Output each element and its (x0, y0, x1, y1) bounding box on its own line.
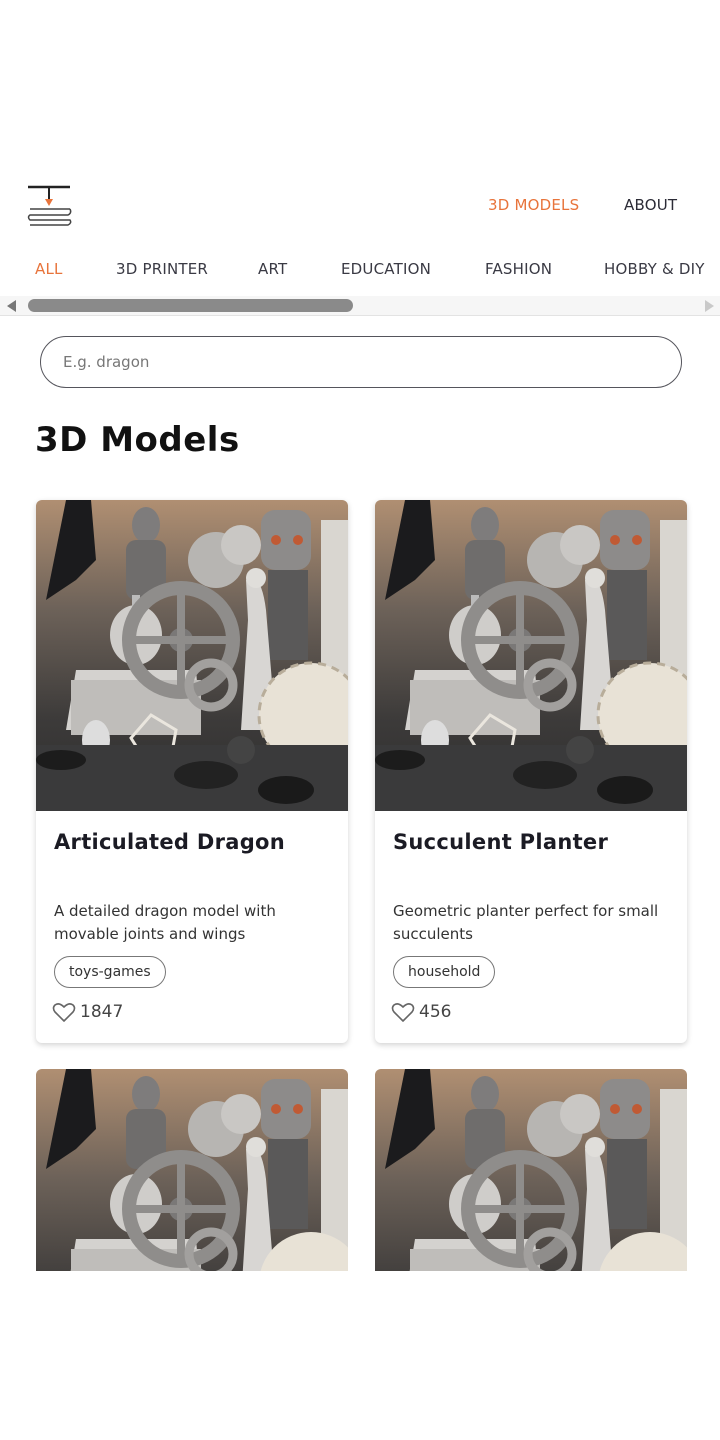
model-thumbnail[interactable] (375, 1069, 687, 1271)
model-title[interactable]: Succulent Planter (393, 830, 608, 854)
header: 3D MODELS ABOUT (0, 180, 720, 236)
model-thumbnail[interactable] (375, 500, 687, 811)
scrollbar-thumb[interactable] (28, 299, 353, 312)
like-counter: 1847 (52, 1000, 123, 1024)
like-counter: 456 (391, 1000, 451, 1024)
model-image (36, 1069, 348, 1271)
model-card[interactable] (36, 1069, 348, 1271)
model-card[interactable]: Articulated Dragon A detailed dragon mod… (36, 500, 348, 1043)
model-thumbnail[interactable] (36, 500, 348, 811)
model-title[interactable]: Articulated Dragon (54, 830, 285, 854)
tab-art[interactable]: ART (258, 260, 287, 278)
model-tag[interactable]: household (393, 956, 496, 988)
model-tag[interactable]: toys-games (54, 956, 166, 988)
model-thumbnail[interactable] (36, 1069, 348, 1271)
model-card[interactable]: Succulent Planter Geometric planter perf… (375, 500, 687, 1043)
scroll-left-arrow-icon[interactable] (7, 300, 16, 312)
model-card[interactable] (375, 1069, 687, 1271)
nav-about[interactable]: ABOUT (624, 196, 677, 214)
tab-hobby-diy[interactable]: HOBBY & DIY (604, 260, 705, 278)
nav-3d-models[interactable]: 3D MODELS (488, 196, 579, 214)
tab-all[interactable]: ALL (35, 260, 63, 278)
page-title: 3D Models (35, 420, 240, 460)
model-image (375, 1069, 687, 1271)
model-image (375, 500, 687, 811)
model-description: A detailed dragon model with movable joi… (54, 902, 276, 943)
search-input[interactable] (40, 336, 682, 388)
heart-icon[interactable] (52, 1001, 76, 1023)
3d-printer-nozzle-icon[interactable] (26, 184, 72, 230)
category-scrollbar[interactable] (0, 296, 720, 316)
heart-icon[interactable] (391, 1001, 415, 1023)
category-tabs: ALL 3D PRINTER ART EDUCATION FASHION HOB… (0, 250, 720, 290)
tab-fashion[interactable]: FASHION (485, 260, 552, 278)
scroll-right-arrow-icon[interactable] (705, 300, 714, 312)
tab-3d-printer[interactable]: 3D PRINTER (116, 260, 208, 278)
like-count: 1847 (80, 1002, 124, 1022)
like-count: 456 (419, 1002, 452, 1022)
model-image (36, 500, 348, 811)
model-description: Geometric planter perfect for small succ… (393, 902, 659, 943)
tab-education[interactable]: EDUCATION (341, 260, 431, 278)
